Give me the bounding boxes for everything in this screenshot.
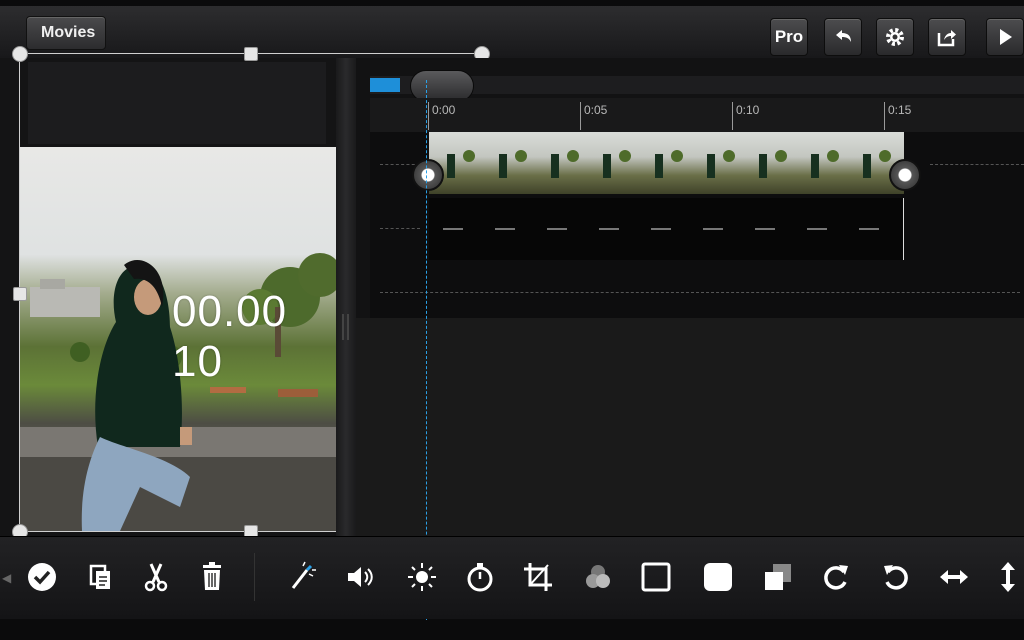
preview-timer-text: 00.00 10 bbox=[172, 287, 288, 386]
timeline-ruler: 0:00 0:05 0:10 0:15 bbox=[370, 98, 1024, 133]
video-preview[interactable]: 00.00 10 bbox=[20, 147, 336, 531]
rotate-right-icon bbox=[824, 565, 848, 590]
clip-start-handle[interactable] bbox=[412, 159, 444, 191]
clipboard-icon bbox=[89, 564, 110, 589]
resize-handle-top[interactable] bbox=[244, 47, 258, 61]
settings-button[interactable] bbox=[876, 18, 914, 56]
clip-end-handle[interactable] bbox=[889, 159, 921, 191]
share-icon bbox=[937, 30, 956, 47]
layers-icon bbox=[765, 564, 791, 590]
clip-thumbnails bbox=[447, 150, 891, 178]
ruler-tick bbox=[732, 102, 733, 130]
scrollbar-progress bbox=[370, 78, 400, 92]
flip-horizontal-icon bbox=[940, 570, 968, 584]
scissors-icon bbox=[144, 563, 168, 592]
crop-icon bbox=[524, 563, 552, 591]
layer-order-button[interactable] bbox=[758, 555, 798, 599]
confirm-button[interactable] bbox=[22, 555, 62, 599]
ruler-tick bbox=[428, 102, 429, 130]
wand-icon bbox=[291, 561, 316, 589]
ruler-label-2: 0:10 bbox=[736, 103, 760, 117]
rotate-right-button[interactable] bbox=[816, 555, 856, 599]
effects-button[interactable] bbox=[282, 555, 322, 599]
back-to-movies-button[interactable]: Movies bbox=[26, 16, 107, 50]
resize-handle-left[interactable] bbox=[13, 287, 27, 301]
track-dash bbox=[930, 164, 1024, 166]
timeline-scrollbar[interactable] bbox=[370, 70, 1024, 102]
volume-icon bbox=[348, 567, 373, 587]
volume-button[interactable] bbox=[340, 555, 380, 599]
ruler-tick bbox=[884, 102, 885, 130]
rounded-corners-button[interactable] bbox=[698, 555, 738, 599]
play-button[interactable] bbox=[986, 18, 1024, 56]
ruler-label-3: 0:15 bbox=[888, 103, 912, 117]
check-icon bbox=[28, 563, 56, 591]
flip-vertical-button[interactable] bbox=[988, 555, 1024, 599]
panel-divider[interactable] bbox=[336, 58, 356, 536]
crop-button[interactable] bbox=[518, 555, 558, 599]
overlay-track bbox=[370, 260, 1024, 325]
speed-timer-icon bbox=[467, 563, 493, 592]
speed-button[interactable] bbox=[460, 555, 500, 599]
timeline-panel: 0:00 0:05 0:10 0:15 bbox=[356, 58, 1024, 536]
trash-icon bbox=[203, 562, 221, 590]
cut-button[interactable] bbox=[136, 555, 176, 599]
audio-waveform-marks bbox=[443, 228, 879, 230]
empty-timeline-area bbox=[356, 318, 1024, 536]
top-bar: Movies Pro bbox=[0, 6, 1024, 59]
frame-icon bbox=[641, 562, 671, 592]
flip-vertical-icon bbox=[1001, 562, 1015, 592]
scroll-left-icon[interactable]: ◀ bbox=[2, 571, 11, 585]
color-button[interactable] bbox=[578, 555, 618, 599]
undo-icon bbox=[836, 30, 851, 42]
frame-button[interactable] bbox=[636, 555, 676, 599]
play-icon bbox=[1000, 29, 1012, 45]
clip-audio-strip bbox=[429, 198, 904, 260]
ruler-label-0: 0:00 bbox=[432, 103, 456, 117]
copy-button[interactable] bbox=[80, 555, 120, 599]
rotate-left-icon bbox=[884, 565, 908, 590]
clip-end-line bbox=[903, 198, 904, 260]
preview-top-area bbox=[28, 62, 326, 144]
delete-button[interactable] bbox=[192, 555, 232, 599]
drag-grip-icon bbox=[342, 314, 349, 340]
flip-horizontal-button[interactable] bbox=[934, 555, 974, 599]
gear-icon bbox=[886, 28, 904, 46]
rotate-left-button[interactable] bbox=[876, 555, 916, 599]
rounded-square-icon bbox=[704, 563, 732, 591]
toolbar-separator bbox=[254, 553, 255, 601]
ruler-tick bbox=[580, 102, 581, 130]
bottom-toolbar: ◀ bbox=[0, 536, 1024, 619]
share-button[interactable] bbox=[928, 18, 966, 56]
color-icon bbox=[586, 565, 610, 588]
pro-button[interactable]: Pro bbox=[770, 18, 808, 56]
undo-button[interactable] bbox=[824, 18, 862, 56]
brightness-icon bbox=[408, 563, 436, 591]
track-dash bbox=[380, 292, 1020, 294]
video-clip[interactable] bbox=[429, 132, 904, 194]
ruler-label-1: 0:05 bbox=[584, 103, 608, 117]
resize-handle-top-left[interactable] bbox=[12, 46, 28, 62]
track-dash bbox=[380, 228, 420, 230]
brightness-button[interactable] bbox=[402, 555, 442, 599]
